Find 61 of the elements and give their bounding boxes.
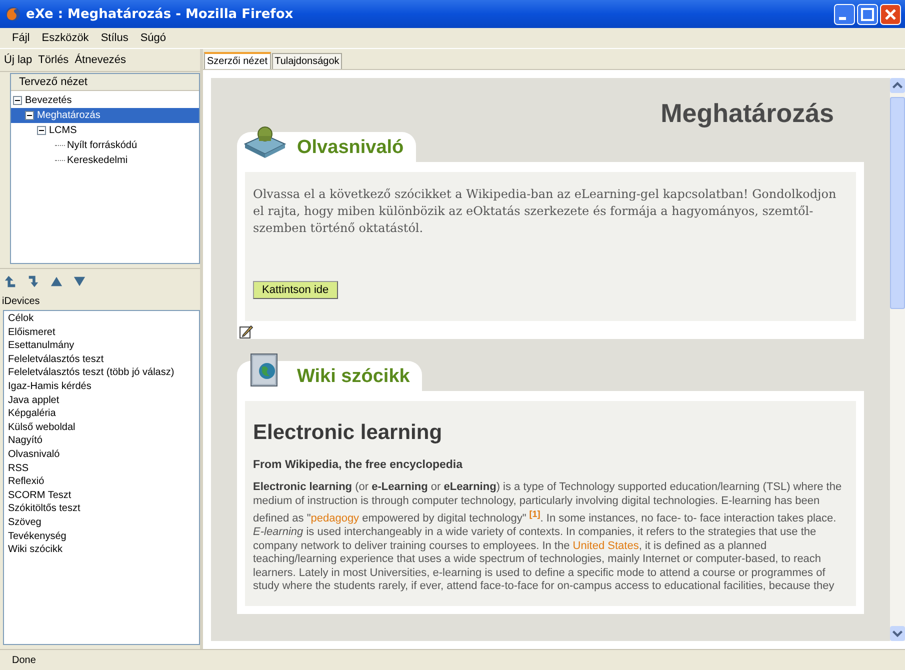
idevice-item[interactable]: Szókitöltős teszt [8,503,195,517]
status-text: Done [0,649,905,670]
idevice-item[interactable]: Nagyító [8,435,195,449]
idevice-item[interactable]: Igaz-Hamis kérdés [8,380,195,395]
idevice-item[interactable]: SCORM Teszt [8,490,195,504]
menu-item[interactable]: Stílus [100,32,128,44]
idevice-item[interactable]: RSS [8,462,195,476]
idevice-title: Olvasnivaló [297,136,404,159]
tab[interactable]: Szerzői nézet [204,52,271,69]
article-paragraph: Electronic learning (or e-Learning or eLearning) is a type of Technology supported education/learning (TSL) where the medium of instruction is through computer technology, particularly involving digital technologies. E-learning has been defined as "pedagogy empowered by digital technology" $^{[1]}$. In some instances, no face- to- face interaction takes place. E-learning is used interchangeably in a wide variety of contexts. In companies, it refers to the strategies that use the company network to deliver training courses to employees. In the United States, it is defined as a planned teaching/learning experience that uses a wide spectrum of technologies, mainly Internet or computer-based, to reach learners. Lately in most Universities, e-learning is used to define a specific mode to attend a course or programmes of study where the students rarely, if ever, attend face-to-face for on-campus access to educational facilities, because they [253,481,843,594]
toolbar-link[interactable]: Törlés [38,54,69,66]
menu-item[interactable]: Eszközök [42,32,89,44]
promote-arrow-icon[interactable] [4,275,17,288]
toolbar-link[interactable]: Átnevezés [74,54,126,66]
idevice-item[interactable]: Feleletválasztós teszt [8,354,195,368]
idevice-item[interactable]: Reflexió [8,476,195,490]
toolbar-link[interactable]: Új lap [4,54,32,66]
idevice-title: Wiki szócikk [297,365,410,388]
click-here-button[interactable]: Kattintson ide [253,281,338,299]
collapse-icon[interactable] [25,111,34,120]
idevice-item[interactable]: Képgaléria [8,408,195,422]
tree-item[interactable]: Meghatározás [35,109,102,122]
collapse-icon[interactable] [13,96,22,105]
instruction-text: Olvassa el a következő szócikket a Wikipedia-ban az eLearning-gel kapcsolatban! Gondolkodjon el rajta, hogy miben különbözik az eOktatás szerkezete és formája a hagyományos, szemtől-szemben történő oktatástól. [253,186,838,237]
idevice-item[interactable]: Szöveg [8,516,195,530]
tree-item[interactable]: Bevezetés [23,94,74,107]
move-down-icon[interactable] [73,275,86,288]
collapse-icon[interactable] [37,126,46,135]
demote-arrow-icon[interactable] [27,275,40,288]
article-subheading: From Wikipedia, the free encyclopedia [253,459,464,471]
page-title: Meghatározás [660,98,835,130]
tree-item[interactable]: Nyílt forráskódú [65,139,140,152]
tab[interactable]: Tulajdonságok [272,53,342,69]
close-icon[interactable] [880,4,901,24]
idevice-item[interactable]: Esettanulmány [8,340,195,354]
move-up-icon[interactable] [50,275,63,288]
minimize-icon[interactable] [834,4,855,24]
book-icon [243,124,287,158]
scroll-up-icon[interactable] [890,78,905,93]
scroll-thumb[interactable] [890,97,905,309]
panel-label: iDevices [1,295,41,309]
browser-logo-icon [5,6,21,22]
panel-header: Tervező nézet [11,74,199,91]
idevice-item[interactable]: Olvasnivaló [8,448,195,463]
idevice-item[interactable]: Célok [8,313,195,327]
idevice-item[interactable]: Előismeret [8,326,195,340]
idevice-item[interactable]: Külső weboldal [8,422,195,436]
window-title: eXe : Meghatározás - Mozilla Firefox [26,6,294,22]
menu-item[interactable]: Fájl [12,32,30,44]
idevice-item[interactable]: Wiki szócikk [8,544,195,558]
idevice-item[interactable]: Java applet [8,394,195,408]
maximize-icon[interactable] [857,4,878,24]
tree-item[interactable]: LCMS [47,124,79,137]
tree-item[interactable]: Kereskedelmi [65,154,130,167]
idevice-item[interactable]: Tevékenység [8,530,195,544]
scrollbar[interactable] [890,78,905,641]
scroll-down-icon[interactable] [890,626,905,641]
menu-item[interactable]: Súgó [140,32,166,44]
idevice-item[interactable]: Feleletválasztós teszt (több jó válasz) [8,367,195,381]
article-heading: Electronic learning [253,421,444,445]
edit-icon[interactable] [239,325,253,339]
